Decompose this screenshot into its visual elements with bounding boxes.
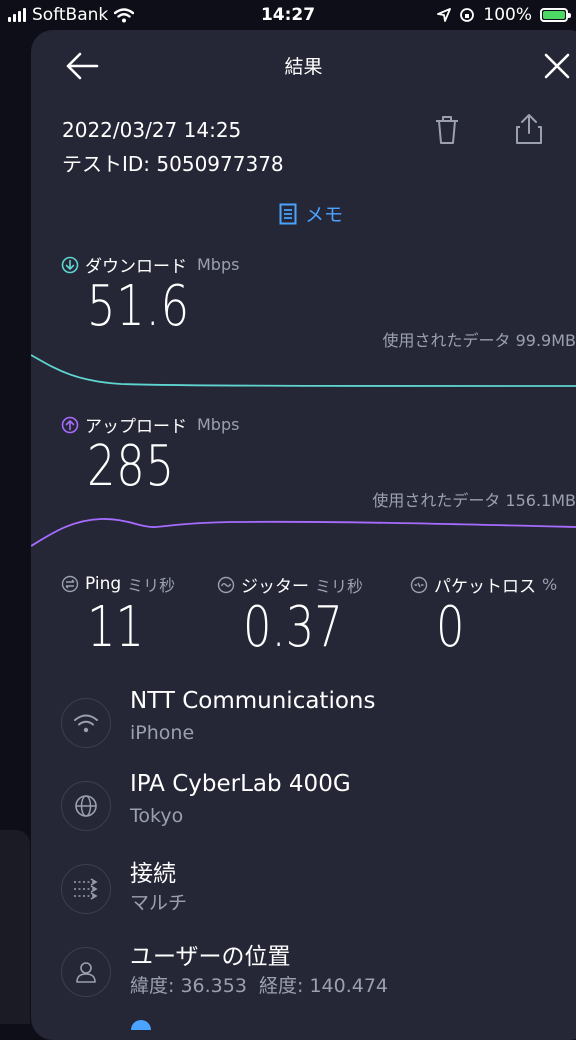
packet-loss-icon [410, 576, 428, 594]
trash-icon[interactable] [431, 114, 463, 146]
battery-icon [540, 8, 568, 22]
orientation-lock-icon [459, 7, 475, 23]
jitter-icon [217, 576, 235, 594]
status-bar: SoftBank 14:27 100% [0, 0, 576, 32]
partial-next-icon [131, 1020, 151, 1030]
test-datetime: 2022/03/27 14:25 [62, 118, 241, 142]
test-id: テストID: 5050977378 [62, 148, 284, 177]
connections-icon [61, 864, 111, 914]
page-title: 結果 [31, 52, 576, 79]
packet-loss-header: パケットロス % [410, 572, 557, 597]
close-icon[interactable] [541, 50, 573, 82]
upload-value: 285 [87, 434, 175, 499]
download-unit: Mbps [197, 255, 239, 274]
ping-unit: ミリ秒 [127, 572, 175, 596]
background-card [0, 830, 30, 1024]
header: 結果 [31, 30, 576, 100]
jitter-label: ジッター [241, 572, 309, 597]
provider-row: NTT Communications iPhone [31, 688, 576, 768]
jitter-unit: ミリ秒 [315, 573, 363, 597]
download-graph [31, 346, 576, 416]
jitter-value: 0.37 [243, 595, 343, 660]
ping-label: Ping [85, 574, 121, 594]
download-icon [61, 256, 79, 274]
packet-loss-unit: % [542, 575, 557, 594]
memo-button[interactable]: メモ [31, 200, 576, 227]
server-location: Tokyo [130, 805, 183, 827]
wifi-icon [61, 698, 111, 748]
provider-name: NTT Communications [130, 688, 375, 714]
provider-device: iPhone [130, 722, 194, 744]
upload-unit: Mbps [197, 415, 239, 434]
memo-label: メモ [305, 200, 343, 227]
download-value: 51.6 [87, 274, 190, 339]
battery-percent: 100% [483, 5, 532, 25]
user-location-title: ユーザーの位置 [130, 937, 291, 971]
user-location-row: ユーザーの位置 緯度: 36.353 経度: 140.474 [31, 937, 576, 1017]
location-icon [437, 8, 451, 22]
connection-mode: マルチ [130, 888, 187, 915]
ping-header: Ping ミリ秒 [61, 572, 175, 596]
packet-loss-value: 0 [436, 595, 465, 660]
packet-loss-label: パケットロス [434, 572, 536, 597]
upload-icon [61, 416, 79, 434]
jitter-header: ジッター ミリ秒 [217, 572, 363, 597]
ping-value: 11 [87, 595, 144, 660]
connection-row: 接続 マルチ [31, 854, 576, 934]
upload-graph [31, 506, 576, 576]
result-sheet: 結果 2022/03/27 14:25 テストID: 5050977378 メモ… [31, 30, 576, 1040]
server-name: IPA CyberLab 400G [130, 771, 351, 797]
user-icon [61, 947, 111, 997]
ping-icon [61, 575, 79, 593]
share-icon[interactable] [513, 112, 545, 146]
user-coordinates: 緯度: 36.353 経度: 140.474 [130, 971, 388, 998]
note-icon [279, 203, 297, 225]
globe-icon [61, 781, 111, 831]
server-row: IPA CyberLab 400G Tokyo [31, 771, 576, 851]
connection-title: 接続 [130, 854, 176, 888]
